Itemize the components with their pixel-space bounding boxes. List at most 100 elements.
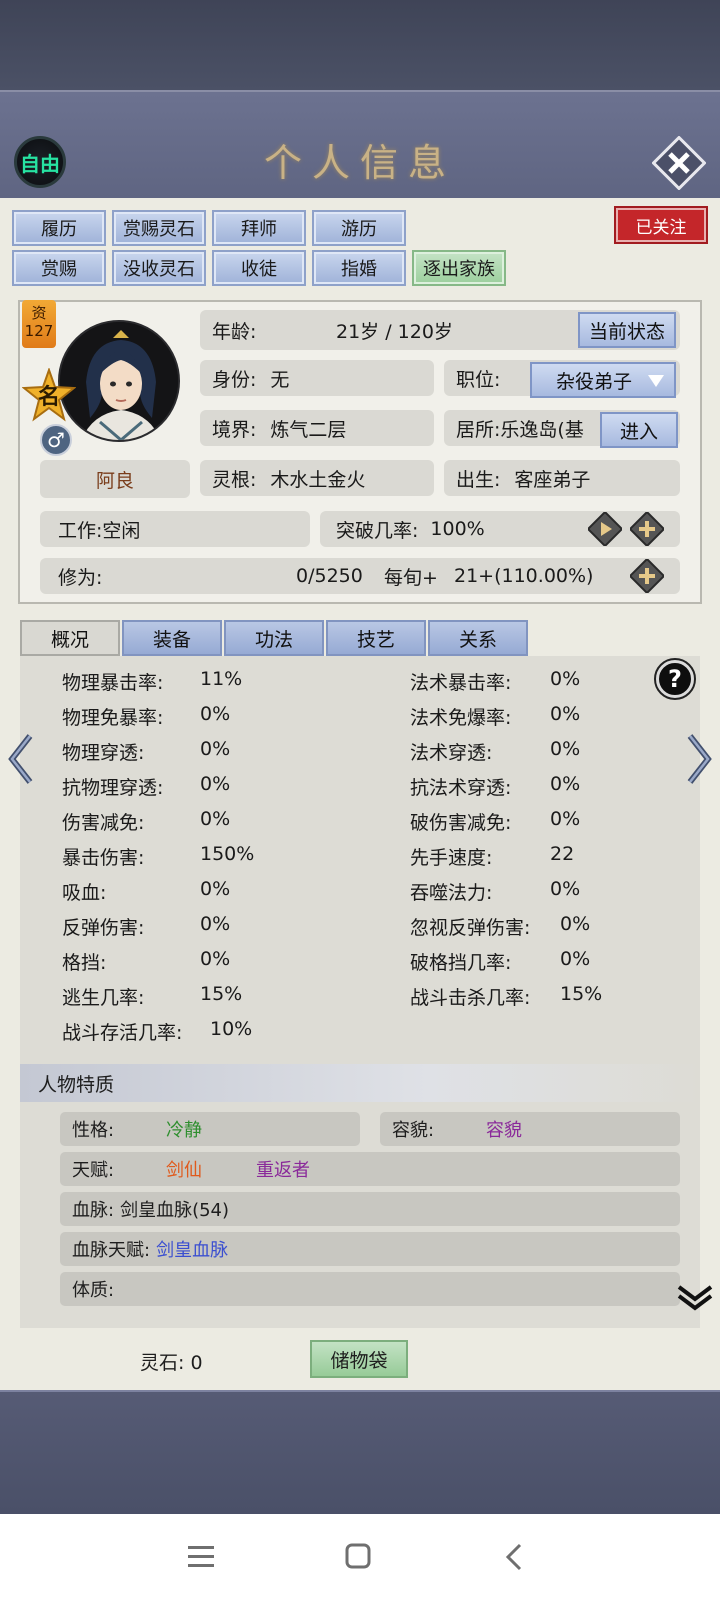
spirit-stones-count: 灵石: 0 <box>140 1352 203 1374</box>
talent-value[interactable]: 剑仙 <box>166 1156 202 1182</box>
plus-icon[interactable] <box>630 512 664 546</box>
stat-label: 忽视反弹伤害: <box>410 917 531 939</box>
spirit-root-row: 灵根: 木水土金火 <box>200 460 434 496</box>
storage-bag-button[interactable]: 储物袋 <box>310 1340 408 1378</box>
stat-value: 0% <box>550 738 581 760</box>
stat-value: 0% <box>200 773 231 795</box>
stat-label: 破格挡几率: <box>410 952 512 974</box>
tab-relations[interactable]: 关系 <box>428 620 528 656</box>
stat-label: 暴击伤害: <box>62 847 145 869</box>
character-avatar[interactable] <box>58 320 180 442</box>
work-label: 工作: <box>58 519 103 542</box>
aptitude-label: 资 <box>31 304 47 322</box>
close-icon[interactable] <box>652 136 706 190</box>
stat-value: 0% <box>200 878 231 900</box>
confiscate-stones-button[interactable]: 没收灵石 <box>112 250 206 286</box>
per-period-label: 每旬+ <box>384 566 438 589</box>
stat-value: 0% <box>200 738 231 760</box>
reward-button[interactable]: 赏赐 <box>12 250 106 286</box>
enter-residence-button[interactable]: 进入 <box>600 412 678 448</box>
tab-overview[interactable]: 概况 <box>20 620 120 656</box>
stat-value: 0% <box>550 703 581 725</box>
looks-row: 容貌: 容貌 <box>380 1112 680 1146</box>
stat-label: 战斗击杀几率: <box>410 987 531 1009</box>
looks-label: 容貌: <box>392 1120 435 1141</box>
current-status-button[interactable]: 当前状态 <box>578 312 676 348</box>
help-icon[interactable]: ? <box>654 658 696 700</box>
age-label: 年龄: <box>212 320 257 343</box>
birth-row: 出生: 客座弟子 <box>444 460 680 496</box>
tab-techniques[interactable]: 功法 <box>224 620 324 656</box>
play-icon[interactable] <box>588 512 622 546</box>
stat-label: 抗法术穿透: <box>410 777 512 799</box>
spirit-root-value: 木水土金火 <box>270 468 366 491</box>
plus-icon[interactable] <box>630 559 664 593</box>
birth-value: 客座弟子 <box>514 468 591 491</box>
personality-row: 性格: 冷静 <box>60 1112 360 1146</box>
stat-label: 先手速度: <box>410 847 493 869</box>
breakthrough-value: 100% <box>430 518 485 540</box>
realm-row: 境界: 炼气二层 <box>200 410 434 446</box>
page-title: 个人信息 <box>263 141 456 185</box>
stat-value: 0% <box>550 808 581 830</box>
expel-button[interactable]: 逐出家族 <box>412 250 506 286</box>
home-icon[interactable] <box>344 1542 372 1570</box>
position-dropdown[interactable]: 杂役弟子 <box>530 362 676 398</box>
scroll-down-icon[interactable] <box>676 1282 714 1312</box>
aptitude-value: 127 <box>24 322 54 340</box>
chevron-down-icon <box>648 375 664 387</box>
character-name[interactable]: 阿良 <box>40 460 190 498</box>
stat-value: 0% <box>560 948 591 970</box>
back-icon[interactable] <box>504 1542 524 1572</box>
physique-row: 体质: <box>60 1272 680 1306</box>
work-row: 工作: 空闲 <box>40 511 310 547</box>
tab-skills[interactable]: 技艺 <box>326 620 426 656</box>
apprentice-button[interactable]: 拜师 <box>212 210 306 246</box>
next-arrow-icon[interactable] <box>682 732 716 786</box>
spirit-root-label: 灵根: <box>212 468 257 491</box>
prev-arrow-icon[interactable] <box>4 732 38 786</box>
stat-label: 吸血: <box>62 882 107 904</box>
menu-icon[interactable] <box>186 1544 216 1570</box>
stat-value: 0% <box>200 703 231 725</box>
stat-label: 物理穿透: <box>62 742 145 764</box>
physique-label: 体质: <box>72 1280 115 1301</box>
tab-equipment[interactable]: 装备 <box>122 620 222 656</box>
traits-header: 人物特质 <box>20 1064 700 1102</box>
resume-button[interactable]: 履历 <box>12 210 106 246</box>
fame-label: 名 <box>38 384 60 410</box>
stat-value: 0% <box>200 913 231 935</box>
reward-stones-button[interactable]: 赏赐灵石 <box>112 210 206 246</box>
bloodline-talent-value[interactable]: 剑皇血脉 <box>156 1236 228 1262</box>
birth-label: 出生: <box>456 468 501 491</box>
talent-value[interactable]: 重返者 <box>256 1156 310 1182</box>
top-band <box>0 0 720 90</box>
work-value: 空闲 <box>102 519 141 542</box>
header-bar: 自由 个人信息 <box>0 90 720 198</box>
follow-badge[interactable]: 已关注 <box>614 206 708 244</box>
cultivation-label: 修为: <box>58 566 103 589</box>
stat-value: 0% <box>550 878 581 900</box>
arrange-marriage-button[interactable]: 指婚 <box>312 250 406 286</box>
stat-value: 0% <box>550 773 581 795</box>
bloodline-row: 血脉: 剑皇血脉(54) <box>60 1192 680 1226</box>
identity-value: 无 <box>270 368 290 391</box>
stat-value: 15% <box>200 983 243 1005</box>
stat-label: 物理暴击率: <box>62 672 164 694</box>
position-value: 杂役弟子 <box>556 370 633 393</box>
identity-label: 身份: <box>212 368 257 391</box>
bloodline-label: 血脉: <box>72 1200 115 1221</box>
stat-label: 法术免爆率: <box>410 707 512 729</box>
take-disciple-button[interactable]: 收徒 <box>212 250 306 286</box>
breakthrough-label: 突破几率: <box>336 519 419 542</box>
stat-value: 0% <box>200 948 231 970</box>
age-value: 21岁 / 120岁 <box>336 320 453 343</box>
stat-label: 法术暴击率: <box>410 672 512 694</box>
travel-button[interactable]: 游历 <box>312 210 406 246</box>
stat-label: 格挡: <box>62 952 107 974</box>
breakthrough-row: 突破几率: 100% <box>320 511 680 547</box>
looks-value: 容貌 <box>486 1120 522 1141</box>
stat-label: 吞噬法力: <box>410 882 493 904</box>
bloodline-talent-row: 血脉天赋: 剑皇血脉 <box>60 1232 680 1266</box>
male-gender-icon: ♂ <box>40 424 72 456</box>
